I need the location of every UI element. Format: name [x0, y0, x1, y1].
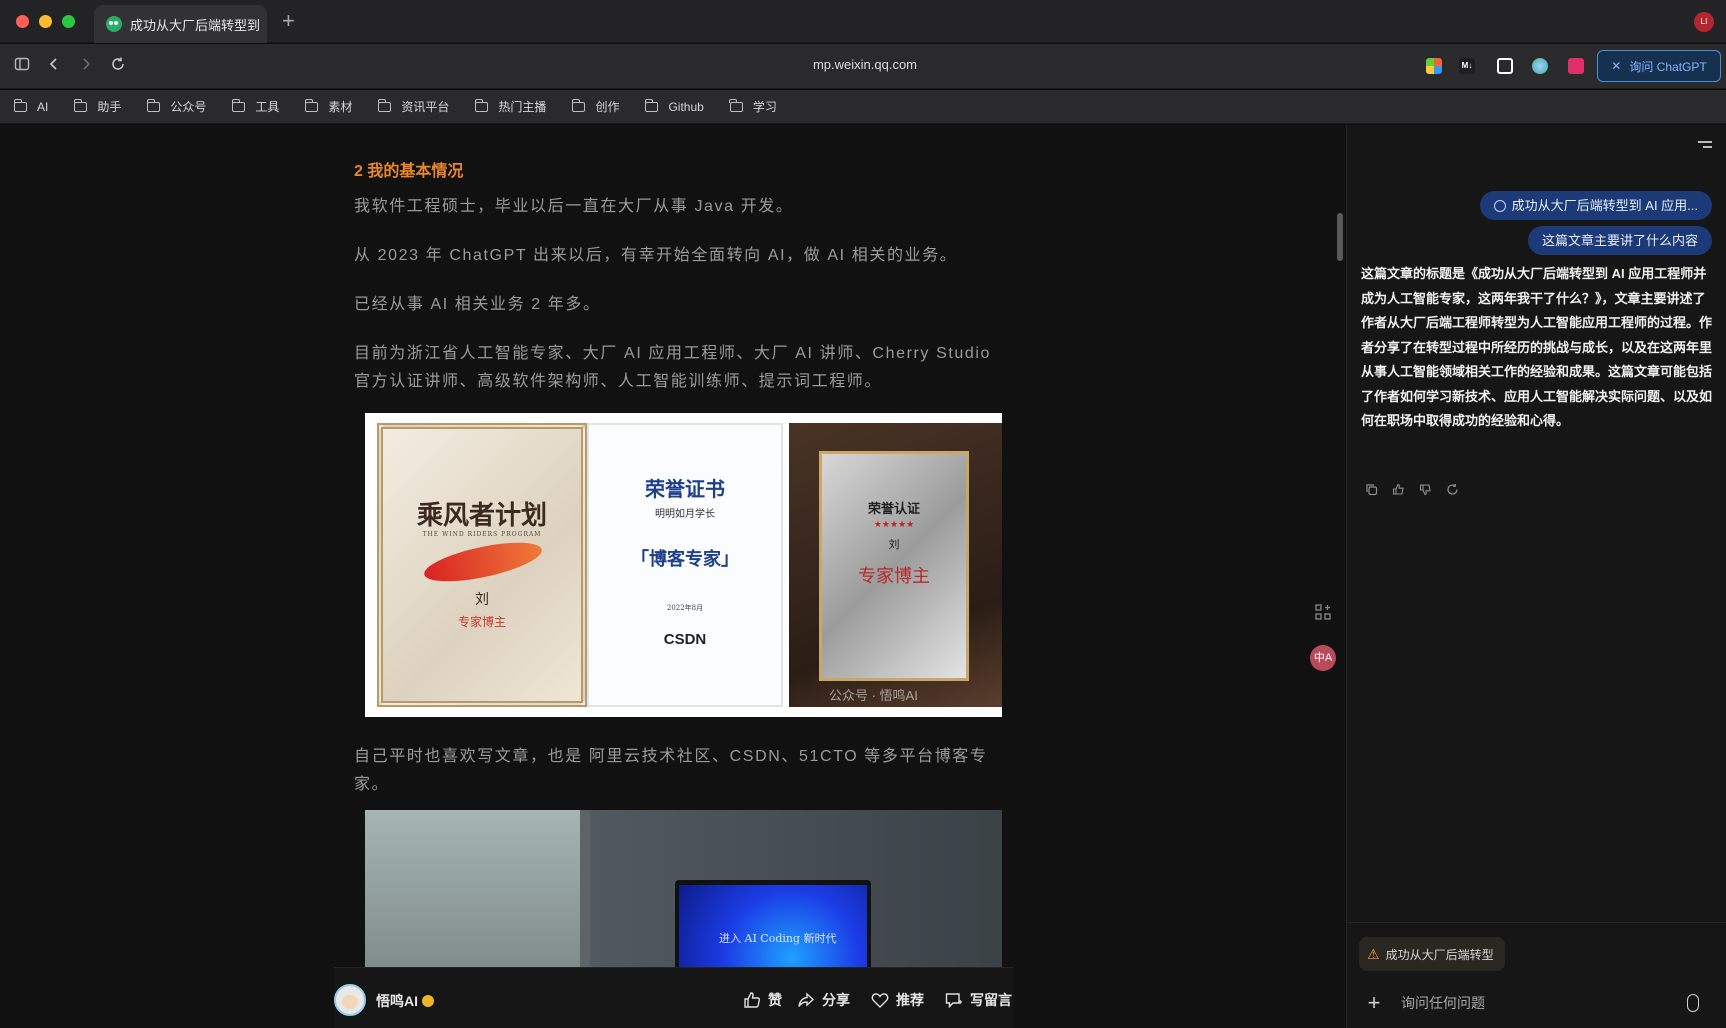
chatgpt-side-panel: 成功从大厂后端转型到 AI 应用... 这篇文章主要讲了什么内容 这篇文章的标题…: [1346, 125, 1726, 1028]
folder-icon: [475, 98, 489, 112]
article-paragraph: 我软件工程硕士，毕业以后一直在大厂从事 Java 开发。: [354, 198, 794, 215]
thumbs-up-icon[interactable]: [1392, 483, 1405, 499]
author-avatar[interactable]: [334, 984, 366, 1016]
pillar: [580, 810, 590, 970]
globe-extension-icon[interactable]: [1532, 58, 1548, 74]
certificates-image[interactable]: 乘风者计划 THE WIND RIDERS PROGRAM 刘 专家博主 荣誉证…: [365, 413, 1002, 717]
panel-menu-icon[interactable]: [1698, 139, 1712, 149]
bookmark-folder-news[interactable]: 资讯平台: [378, 98, 449, 115]
comment-button[interactable]: 写留言: [944, 990, 1012, 1010]
heart-icon: [871, 993, 889, 1008]
address-bar[interactable]: mp.weixin.qq.com: [700, 57, 1030, 72]
folder-icon: [146, 98, 161, 112]
sidebar-toggle-icon[interactable]: [14, 56, 30, 76]
square-extension-icon[interactable]: [1497, 58, 1513, 74]
page-context-chip[interactable]: 成功从大厂后端转型到 AI 应用...: [1479, 191, 1712, 220]
bookmark-folder-study[interactable]: 学习: [729, 98, 777, 115]
folder-icon: [572, 98, 586, 112]
divider: [1347, 922, 1726, 923]
wechat-icon: [106, 16, 122, 32]
extension-color-icon[interactable]: [1426, 58, 1442, 74]
thumbs-up-icon: [744, 992, 761, 1008]
bookmark-folder-assistant[interactable]: 助手: [73, 98, 121, 115]
forward-icon[interactable]: [78, 56, 94, 76]
thumbs-down-icon[interactable]: [1419, 483, 1432, 499]
regenerate-icon[interactable]: [1446, 483, 1459, 499]
folder-icon: [378, 98, 392, 112]
scrollbar-thumb[interactable]: [1337, 213, 1343, 261]
comment-icon: [945, 993, 962, 1009]
microphone-icon[interactable]: [1687, 994, 1699, 1012]
certificate-wind-riders: 乘风者计划 THE WIND RIDERS PROGRAM 刘 专家博主: [377, 423, 587, 707]
glass-wall: [365, 810, 580, 970]
ask-chatgpt-label: 询问 ChatGPT: [1629, 59, 1707, 74]
active-tab[interactable]: 成功从大厂后端转型到: [94, 5, 267, 43]
bookmark-folder-ai[interactable]: AI: [13, 98, 48, 114]
article-paragraph: 已经从事 AI 相关业务 2 年多。: [354, 296, 601, 313]
bookmark-folder-materials[interactable]: 素材: [304, 98, 352, 115]
close-icon: ✕: [1611, 59, 1622, 73]
article-paragraph: 自己平时也喜欢写文章，也是 阿里云技术社区、CSDN、51CTO 等多平台博客专…: [354, 748, 988, 793]
article-footer-bar: 悟鸣AI 赞 分享 推荐 写留言: [334, 967, 1014, 1028]
bookmark-folder-github[interactable]: Github: [645, 98, 704, 114]
recommend-button[interactable]: 推荐: [870, 990, 924, 1010]
browser-toolbar: mp.weixin.qq.com M↓ ✕ 询问 ChatGPT: [0, 44, 1726, 89]
share-icon: [798, 992, 815, 1007]
ask-input[interactable]: 询问任何问题: [1401, 993, 1687, 1013]
attached-page-chip[interactable]: ⚠ 成功从大厂后端转型: [1359, 937, 1505, 971]
user-message: 这篇文章主要讲了什么内容: [1527, 226, 1712, 255]
verified-badge-icon: [422, 995, 434, 1007]
article-viewport[interactable]: 2 我的基本情况 我软件工程硕士，毕业以后一直在大厂从事 Java 开发。 从 …: [0, 125, 1346, 1028]
certificate-51cto: 荣誉认证 ★★★★★ 刘 专家博主 公众号 · 悟鸣AI: [789, 423, 1002, 707]
title-bar: 成功从大厂后端转型到 + LI: [0, 0, 1726, 43]
section-title: 2 我的基本情况: [354, 163, 464, 180]
author-name[interactable]: 悟鸣AI: [376, 991, 434, 1011]
ask-chatgpt-button[interactable]: ✕ 询问 ChatGPT: [1597, 50, 1721, 82]
red-ribbon-graphic: [421, 534, 545, 590]
copy-icon[interactable]: [1365, 483, 1378, 499]
folder-icon: [231, 98, 246, 112]
bookmark-folder-create[interactable]: 创作: [572, 98, 619, 115]
back-icon[interactable]: [46, 56, 62, 76]
bookmark-folder-streamers[interactable]: 热门主播: [475, 98, 546, 115]
profile-avatar[interactable]: LI: [1694, 12, 1714, 32]
certificate-csdn: 荣誉证书 明明如月学长 「博客专家」 2022年8月 CSDN: [587, 423, 783, 707]
close-window-button[interactable]: [16, 15, 29, 28]
answer-actions: [1365, 483, 1459, 499]
minimize-window-button[interactable]: [39, 15, 52, 28]
folder-icon: [304, 98, 319, 112]
bookmarks-bar: AI 助手 公众号 工具 素材 资讯平台 热门主播 创作 Github 学习: [0, 90, 1726, 124]
zoom-window-button[interactable]: [62, 15, 75, 28]
ask-input-row: + 询问任何问题: [1359, 985, 1715, 1021]
article-paragraph: 从 2023 年 ChatGPT 出来以后，有幸开始全面转向 AI，做 AI 相…: [354, 247, 958, 264]
folder-icon: [13, 98, 27, 112]
reload-icon[interactable]: [110, 56, 126, 76]
folder-icon: [73, 98, 88, 112]
bookmark-folder-official-account[interactable]: 公众号: [146, 98, 206, 115]
share-button[interactable]: 分享: [796, 990, 850, 1010]
new-tab-button[interactable]: +: [282, 9, 295, 33]
warning-icon: ⚠: [1367, 945, 1380, 962]
folder-icon: [645, 98, 659, 112]
markdown-extension-icon[interactable]: M↓: [1459, 58, 1475, 74]
tab-title: 成功从大厂后端转型到: [130, 17, 260, 33]
translate-extension-icon[interactable]: [1568, 58, 1584, 74]
add-attachment-button[interactable]: +: [1359, 990, 1389, 1016]
qr-scan-icon[interactable]: [1314, 603, 1332, 626]
translate-float-button[interactable]: 中A: [1310, 645, 1336, 671]
folder-icon: [729, 98, 743, 112]
monitor: 进入 AI Coding 新时代: [675, 880, 871, 970]
like-button[interactable]: 赞: [742, 990, 782, 1010]
compass-icon: [1493, 199, 1506, 212]
article-paragraph: 目前为浙江省人工智能专家、大厂 AI 应用工程师、大厂 AI 讲师、Cherry…: [354, 345, 992, 390]
bookmark-folder-tools[interactable]: 工具: [231, 98, 279, 115]
watermark: 公众号 · 悟鸣AI: [829, 688, 918, 703]
assistant-answer: 这篇文章的标题是《成功从大厂后端转型到 AI 应用工程师并成为人工智能专家，这两…: [1361, 266, 1713, 428]
office-photo[interactable]: 进入 AI Coding 新时代: [365, 810, 1002, 970]
